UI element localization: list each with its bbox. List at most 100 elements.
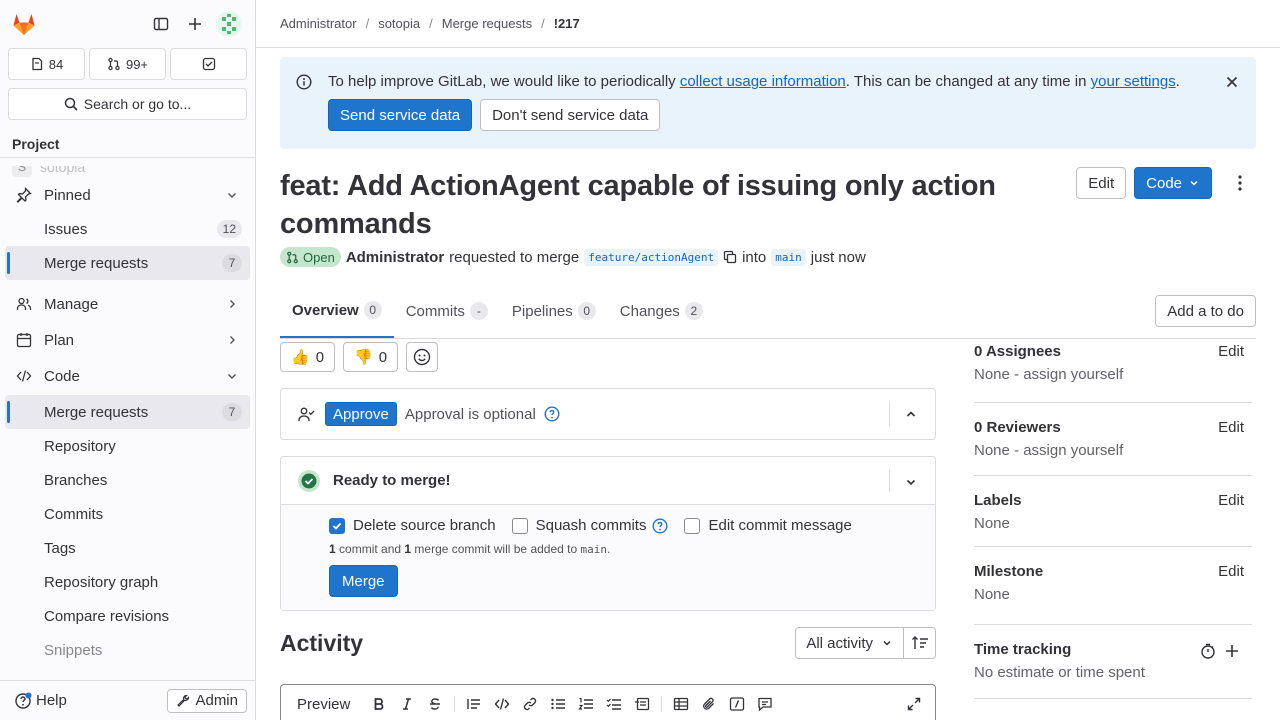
italic-icon[interactable] xyxy=(394,691,420,717)
squash-commits-checkbox[interactable]: Squash commits xyxy=(511,517,669,534)
breadcrumb-current[interactable]: !217 xyxy=(554,16,580,31)
tab-count: - xyxy=(469,302,488,320)
search-button[interactable]: Search or go to... xyxy=(8,88,247,120)
sidebar-item-manage[interactable]: Manage xyxy=(5,287,250,321)
reviewers-value[interactable]: None - assign yourself xyxy=(974,442,1244,459)
code-icon[interactable] xyxy=(489,691,515,717)
dont-send-service-data-button[interactable]: Don't send service data xyxy=(480,99,661,131)
merge-requests-counter-button[interactable]: 99+ xyxy=(89,48,166,80)
checkbox-unchecked[interactable] xyxy=(511,517,528,534)
copy-icon[interactable] xyxy=(723,250,737,264)
table-icon[interactable] xyxy=(668,691,694,717)
breadcrumb-item[interactable]: Administrator xyxy=(280,16,357,31)
sidebar-item-snippets[interactable]: Snippets xyxy=(5,633,250,667)
user-avatar[interactable] xyxy=(213,8,245,40)
sidebar-item-compare-revisions[interactable]: Compare revisions xyxy=(5,599,250,633)
thumbs-up-button[interactable]: 👍 0 xyxy=(280,342,336,372)
sidebar-item-merge-requests[interactable]: Merge requests 7 xyxy=(5,395,250,429)
comment-icon[interactable] xyxy=(752,691,778,717)
question-icon[interactable] xyxy=(544,406,560,422)
tab-commits[interactable]: Commits - xyxy=(394,284,500,338)
merge-commit-note: 1 commit and 1 merge commit will be adde… xyxy=(329,542,611,556)
edit-commit-message-checkbox[interactable]: Edit commit message xyxy=(684,517,852,534)
checkbox-checked[interactable] xyxy=(329,517,345,534)
sidebar-project-link[interactable]: S sotopia xyxy=(0,166,255,178)
checkbox-unchecked[interactable] xyxy=(684,517,701,534)
todos-counter-button[interactable] xyxy=(170,48,247,80)
chevron-down-icon[interactable] xyxy=(903,474,919,490)
strikethrough-icon[interactable] xyxy=(422,691,448,717)
breadcrumb-item[interactable]: Merge requests xyxy=(442,16,532,31)
thumbs-down-button[interactable]: 👎 0 xyxy=(343,342,399,372)
reviewers-edit-button[interactable]: Edit xyxy=(1218,419,1244,436)
close-icon[interactable] xyxy=(1224,74,1240,90)
collect-usage-link[interactable]: collect usage information xyxy=(680,73,846,90)
activity-filter-dropdown[interactable]: All activity xyxy=(795,627,904,659)
chevron-up-icon[interactable] xyxy=(903,406,919,422)
sidebar-item-tags[interactable]: Tags xyxy=(5,531,250,565)
task-list-icon[interactable] xyxy=(601,691,627,717)
sort-direction-icon[interactable] xyxy=(904,627,936,659)
quote-icon[interactable] xyxy=(461,691,487,717)
bulleted-list-icon[interactable] xyxy=(545,691,571,717)
delete-source-branch-checkbox[interactable]: Delete source branch xyxy=(329,517,496,534)
help-button[interactable]: Help xyxy=(8,692,67,710)
sidebar-item-issues[interactable]: Issues 12 xyxy=(5,212,250,246)
issues-counter-button[interactable]: 84 xyxy=(8,48,85,80)
chevron-right-icon xyxy=(224,332,240,348)
checkbox-label: Delete source branch xyxy=(353,517,496,534)
assignees-value[interactable]: None - assign yourself xyxy=(974,366,1244,383)
add-todo-button[interactable]: Add a to do xyxy=(1155,295,1256,327)
sidebar-item-pinned-merge-requests[interactable]: Merge requests 7 xyxy=(5,246,250,280)
target-branch[interactable]: main xyxy=(771,248,806,266)
settings-link[interactable]: your settings xyxy=(1091,73,1176,90)
approve-button[interactable]: Approve xyxy=(325,402,397,426)
sidebar-item-label: Pinned xyxy=(44,186,91,204)
sidebar-item-repository-graph[interactable]: Repository graph xyxy=(5,565,250,599)
sidebar-item-branches[interactable]: Branches xyxy=(5,463,250,497)
gitlab-logo-icon[interactable] xyxy=(10,10,38,38)
send-service-data-button[interactable]: Send service data xyxy=(328,99,473,131)
sidebar-item-repository[interactable]: Repository xyxy=(5,429,250,463)
link-icon[interactable] xyxy=(517,691,543,717)
mr-author[interactable]: Administrator xyxy=(346,249,444,266)
plus-icon[interactable] xyxy=(1224,643,1240,659)
collapse-sidebar-icon[interactable] xyxy=(145,8,177,40)
mr-header: feat: Add ActionAgent capable of issuing… xyxy=(280,167,1256,267)
breadcrumb-separator: / xyxy=(541,16,545,31)
merge-widget: Ready to merge! Delete source branch Squ… xyxy=(280,456,936,611)
source-branch[interactable]: feature/actionAgent xyxy=(584,248,719,266)
numbered-list-icon[interactable] xyxy=(573,691,599,717)
assignees-edit-button[interactable]: Edit xyxy=(1218,343,1244,360)
sidebar-item-plan[interactable]: Plan xyxy=(5,323,250,357)
question-icon[interactable] xyxy=(652,517,668,534)
breadcrumb-item[interactable]: sotopia xyxy=(378,16,420,31)
plus-icon[interactable] xyxy=(179,8,211,40)
admin-button[interactable]: Admin xyxy=(167,688,247,713)
stopwatch-icon[interactable] xyxy=(1200,643,1216,659)
main-content: To help improve GitLab, we would like to… xyxy=(280,48,1256,339)
attachment-icon[interactable] xyxy=(696,691,722,717)
collapsible-section-icon[interactable] xyxy=(629,691,655,717)
sidebar-item-label: Plan xyxy=(44,331,75,349)
sidebar-item-code[interactable]: Code xyxy=(5,359,250,393)
search-icon xyxy=(64,97,78,111)
slash-commands-icon[interactable] xyxy=(724,691,750,717)
mr-time: just now xyxy=(810,248,866,266)
chevron-down-icon xyxy=(224,368,240,384)
sidebar-item-pinned[interactable]: Pinned xyxy=(5,178,250,212)
bold-icon[interactable] xyxy=(366,691,392,717)
fullscreen-icon[interactable] xyxy=(901,691,927,717)
code-dropdown-button[interactable]: Code xyxy=(1134,167,1212,199)
milestone-edit-button[interactable]: Edit xyxy=(1218,563,1244,580)
merge-button[interactable]: Merge xyxy=(329,565,398,597)
sidebar-item-commits[interactable]: Commits xyxy=(5,497,250,531)
tab-overview[interactable]: Overview 0 xyxy=(280,284,394,338)
edit-button[interactable]: Edit xyxy=(1076,167,1127,199)
more-actions-icon[interactable] xyxy=(1224,167,1256,199)
tab-changes[interactable]: Changes 2 xyxy=(608,284,715,338)
labels-edit-button[interactable]: Edit xyxy=(1218,492,1244,509)
tab-pipelines[interactable]: Pipelines 0 xyxy=(500,284,608,338)
preview-tab[interactable]: Preview xyxy=(289,696,358,713)
add-reaction-button[interactable] xyxy=(406,342,439,372)
